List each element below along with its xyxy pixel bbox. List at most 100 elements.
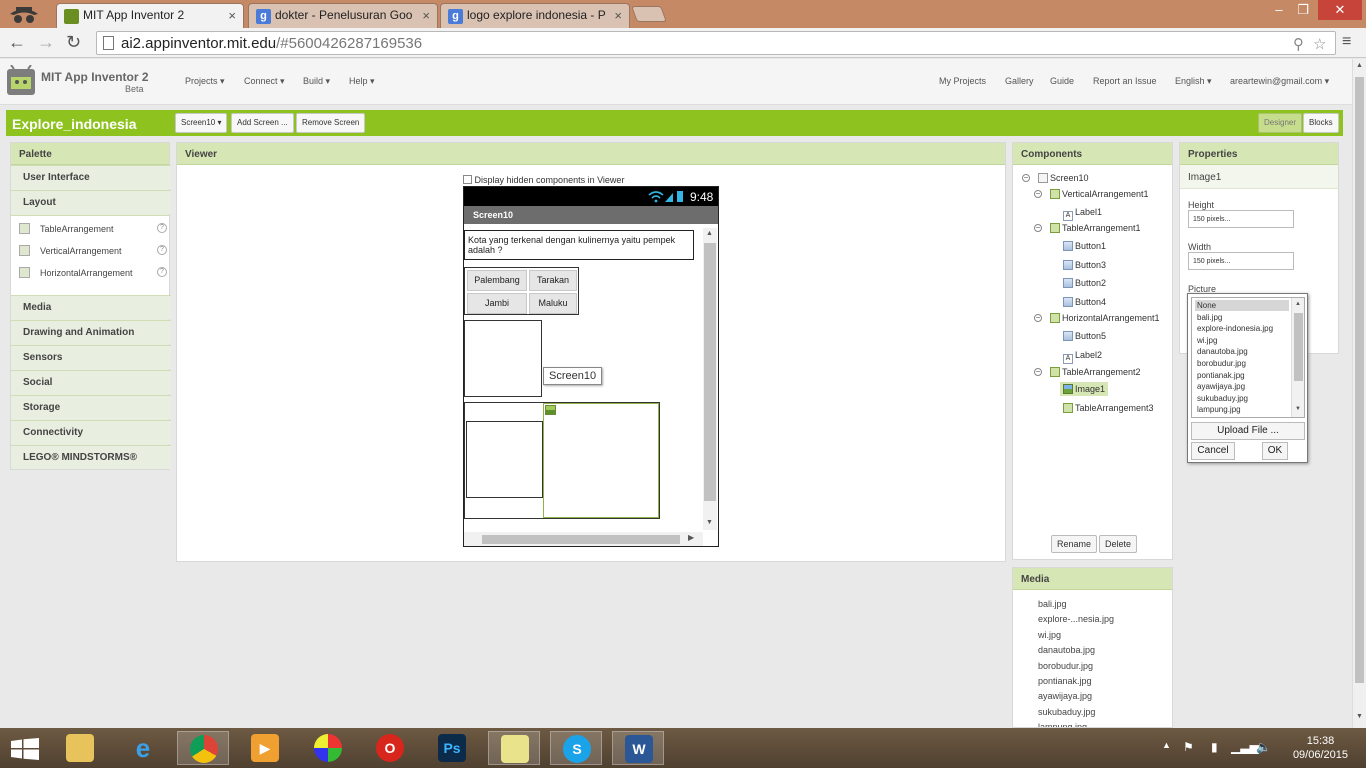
scroll-down-icon[interactable]: ▼ [1356,713,1363,720]
action-center-flag-icon[interactable]: ⚑ [1183,740,1194,754]
button-tarakan[interactable]: Tarakan [529,270,577,291]
tree-node-button2[interactable]: Button2 [1063,278,1106,288]
table-arrangement3-preview[interactable] [466,421,543,498]
button-jambi[interactable]: Jambi [467,293,527,314]
minimize-icon[interactable]: ‒ [1268,0,1290,20]
page-scrollbar[interactable]: ▲ ▼ [1352,59,1366,728]
taskbar-chrome[interactable] [177,731,229,765]
tree-node-tablearrangement3[interactable]: TableArrangement3 [1063,403,1154,413]
scroll-thumb[interactable] [1294,313,1303,381]
scroll-down-icon[interactable]: ▼ [1295,406,1301,412]
scroll-up-icon[interactable]: ▲ [1295,301,1301,307]
height-input[interactable]: 150 pixels... [1188,210,1294,228]
scroll-thumb[interactable] [482,535,680,544]
palette-category-sensors[interactable]: Sensors [11,345,171,369]
menu-projects[interactable]: Projects ▾ [185,76,225,87]
palette-category-drawing-animation[interactable]: Drawing and Animation [11,320,171,344]
collapse-icon[interactable]: − [1034,368,1042,376]
blocks-button[interactable]: Blocks [1303,113,1339,133]
window-close-icon[interactable]: ✕ [1318,0,1362,20]
cancel-button[interactable]: Cancel [1191,442,1235,460]
taskbar-clock[interactable]: 15:38 09/06/2015 [1293,734,1348,762]
tree-node-label1[interactable]: A Label1 [1063,207,1102,221]
account-menu[interactable]: areartewin@gmail.com ▾ [1230,76,1329,87]
horizontal-arrangement1-preview[interactable] [464,320,542,397]
menu-help[interactable]: Help ▾ [349,76,375,87]
taskbar-skype[interactable]: S [550,731,602,765]
language-menu[interactable]: English ▾ [1175,76,1212,87]
media-item[interactable]: sukubaduy.jpg [1038,707,1095,717]
tree-node-button1[interactable]: Button1 [1063,241,1106,251]
picture-option[interactable]: explore-indonesia.jpg [1195,323,1289,334]
picture-option[interactable]: bali.jpg [1195,312,1289,323]
picture-option[interactable]: pontianak.jpg [1195,370,1289,381]
picture-option[interactable]: wi.jpg [1195,335,1289,346]
tree-node-image1[interactable]: Image1 [1060,382,1109,396]
ok-button[interactable]: OK [1262,442,1288,460]
forward-arrow-icon[interactable]: → [37,32,55,52]
menu-connect[interactable]: Connect ▾ [244,76,285,87]
palette-category-layout[interactable]: Layout [11,190,171,214]
palette-category-user-interface[interactable]: User Interface [11,165,171,189]
bookmark-star-icon[interactable]: ☆ [1313,35,1326,53]
add-screen-button[interactable]: Add Screen ... [231,113,294,133]
label1-preview[interactable]: Kota yang terkenal dengan kulinernya yai… [464,230,694,260]
table-arrangement2-preview[interactable] [464,402,660,519]
taskbar-sticky-notes[interactable] [488,731,540,765]
upload-file-button[interactable]: Upload File ... [1191,422,1305,440]
scroll-up-icon[interactable]: ▲ [706,230,713,237]
picture-option[interactable]: sukubaduy.jpg [1195,393,1289,404]
help-icon[interactable]: ? [157,267,167,277]
remove-screen-button[interactable]: Remove Screen [296,113,366,133]
url-input[interactable]: ai2.appinventor.mit.edu/#560042628716953… [96,31,1336,55]
scroll-thumb[interactable] [1355,77,1364,683]
browser-tab-app-inventor[interactable]: MIT App Inventor 2 × [56,3,244,29]
link-gallery[interactable]: Gallery [1005,76,1034,86]
button-maluku[interactable]: Maluku [529,293,577,314]
taskbar-file-explorer[interactable] [54,731,106,765]
display-hidden-checkbox[interactable] [463,175,472,184]
browser-tab-dokter[interactable]: g dokter - Penelusuran Goo × [248,3,438,28]
tree-node-horizontalarrangement1[interactable]: HorizontalArrangement1 [1050,313,1160,323]
collapse-icon[interactable]: − [1034,190,1042,198]
menu-build[interactable]: Build ▾ [303,76,330,87]
rename-button[interactable]: Rename [1051,535,1098,553]
picture-list-scrollbar[interactable]: ▲ ▼ [1291,298,1304,417]
new-tab-button[interactable] [631,6,667,22]
tree-node-button3[interactable]: Button3 [1063,260,1106,270]
button-palembang[interactable]: Palembang [467,270,527,291]
help-icon[interactable]: ? [157,223,167,233]
network-signal-icon[interactable]: ▁▃▅ [1231,740,1259,754]
phone-horizontal-scrollbar[interactable]: ▶ [464,532,703,546]
link-my-projects[interactable]: My Projects [939,76,986,86]
menu-icon[interactable]: ≡ [1342,32,1351,52]
help-icon[interactable]: ? [157,245,167,255]
tray-expand-icon[interactable]: ▲ [1162,740,1171,750]
back-arrow-icon[interactable]: ← [8,32,26,52]
picture-option[interactable]: borobudur.jpg [1195,358,1289,369]
restore-icon[interactable]: ❐ [1292,0,1314,20]
media-item[interactable]: pontianak.jpg [1038,676,1092,686]
media-item[interactable]: ayawijaya.jpg [1038,691,1092,701]
picture-list[interactable]: None bali.jpg explore-indonesia.jpg wi.jpg d… [1191,297,1305,418]
picture-option[interactable]: lampung.jpg [1195,404,1289,415]
palette-item-vertical-arrangement[interactable]: VerticalArrangement ? [17,242,167,260]
taskbar-corel[interactable] [302,731,354,765]
designer-button[interactable]: Designer [1258,113,1303,133]
taskbar-internet-explorer[interactable]: e [117,731,169,765]
image1-preview[interactable] [543,403,659,518]
palette-category-connectivity[interactable]: Connectivity [11,420,171,444]
picture-option[interactable]: danautoba.jpg [1195,346,1289,357]
tree-node-screen10[interactable]: Screen10 [1038,173,1089,183]
taskbar-word[interactable]: W [612,731,664,765]
close-icon[interactable]: × [614,8,622,23]
media-item[interactable]: danautoba.jpg [1038,645,1095,655]
tree-node-button4[interactable]: Button4 [1063,297,1106,307]
link-guide[interactable]: Guide [1050,76,1074,86]
scroll-thumb[interactable] [704,243,716,501]
reload-icon[interactable]: ↻ [66,32,81,52]
taskbar-media-player[interactable]: ▶ [239,731,291,765]
media-item[interactable]: borobudur.jpg [1038,661,1093,671]
scroll-up-icon[interactable]: ▲ [1356,62,1363,69]
scroll-down-icon[interactable]: ▼ [706,519,713,526]
